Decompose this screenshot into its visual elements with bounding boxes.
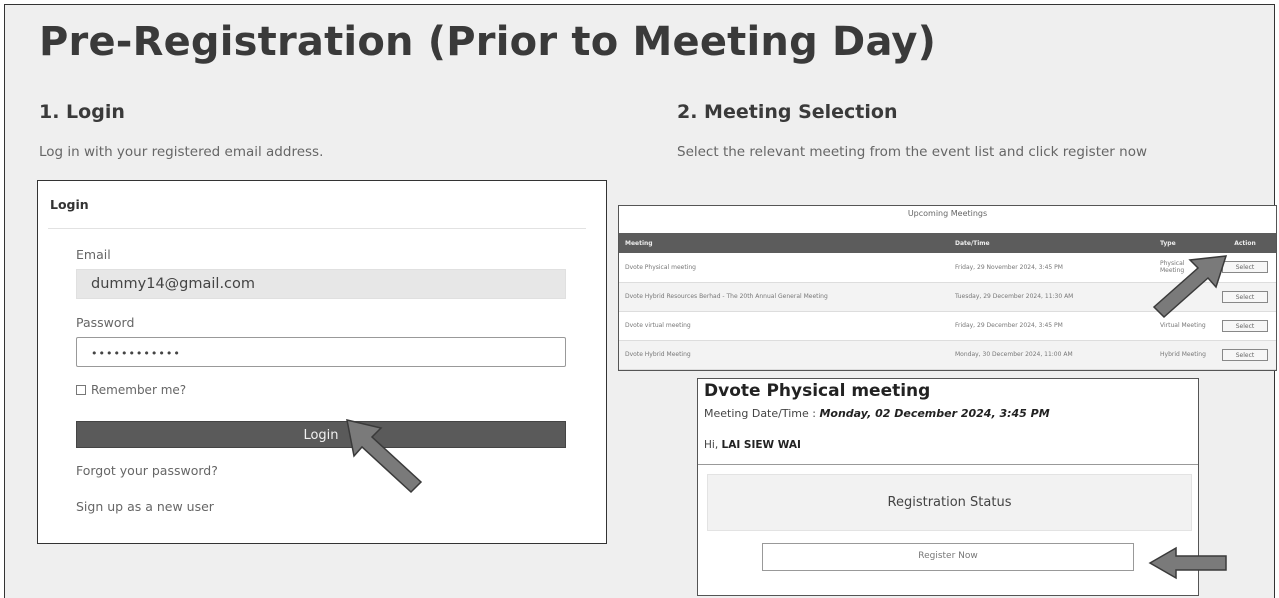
signup-link[interactable]: Sign up as a new user bbox=[76, 499, 214, 514]
select-button[interactable]: Select bbox=[1222, 319, 1268, 332]
meeting-name: Dvote Hybrid Resources Berhad - The 20th… bbox=[619, 282, 949, 312]
pointer-arrow-icon bbox=[1148, 546, 1227, 580]
select-button[interactable]: Select bbox=[1222, 290, 1268, 303]
column-header: Date/Time bbox=[949, 233, 1154, 253]
meeting-name: Dvote Hybrid Meeting bbox=[619, 340, 949, 370]
pointer-arrow-icon bbox=[346, 419, 423, 494]
meeting-datetime: Monday, 30 December 2024, 11:00 AM bbox=[949, 340, 1154, 370]
greeting: Hi, LAI SIEW WAI bbox=[704, 439, 801, 451]
divider bbox=[48, 228, 586, 229]
register-now-button[interactable]: Register Now bbox=[762, 543, 1134, 571]
column-header: Meeting bbox=[619, 233, 949, 253]
meeting-datetime: Tuesday, 29 December 2024, 11:30 AM bbox=[949, 282, 1154, 312]
meeting-date-label: Meeting Date/Time : bbox=[704, 407, 816, 420]
step1-title: 1. Login bbox=[39, 101, 125, 123]
column-header: Type bbox=[1154, 233, 1214, 253]
email-label: Email bbox=[76, 247, 111, 262]
password-label: Password bbox=[76, 315, 135, 330]
meeting-date-value: Monday, 02 December 2024, 3:45 PM bbox=[819, 407, 1050, 420]
registration-status: Registration Status bbox=[707, 474, 1192, 531]
remember-me[interactable]: Remember me? bbox=[76, 383, 186, 397]
select-button[interactable]: Select bbox=[1222, 261, 1268, 274]
remember-label: Remember me? bbox=[91, 383, 187, 397]
meetings-title: Upcoming Meetings bbox=[907, 209, 988, 218]
page-title: Pre-Registration (Prior to Meeting Day) bbox=[39, 19, 937, 65]
meeting-title: Dvote Physical meeting bbox=[704, 381, 931, 401]
meeting-detail-panel: Dvote Physical meeting Meeting Date/Time… bbox=[697, 378, 1199, 596]
select-button[interactable]: Select bbox=[1222, 348, 1268, 361]
table-header-row: Meeting Date/Time Type Action bbox=[619, 233, 1276, 253]
meeting-type: Hybrid Meeting bbox=[1154, 340, 1214, 370]
password-field[interactable]: •••••••••••• bbox=[76, 337, 566, 367]
forgot-password-link[interactable]: Forgot your password? bbox=[76, 463, 218, 478]
step2-description: Select the relevant meeting from the eve… bbox=[677, 144, 1147, 160]
greeting-prefix: Hi, bbox=[704, 439, 719, 451]
step2-title: 2. Meeting Selection bbox=[677, 101, 898, 123]
login-card: Login Email dummy14@gmail.com Password •… bbox=[37, 180, 607, 544]
meeting-datetime: Friday, 29 November 2024, 3:45 PM bbox=[949, 253, 1154, 283]
column-header: Action bbox=[1214, 233, 1276, 253]
remember-checkbox[interactable] bbox=[76, 385, 86, 395]
user-name: LAI SIEW WAI bbox=[721, 439, 801, 451]
step1-description: Log in with your registered email addres… bbox=[39, 144, 324, 160]
email-field[interactable]: dummy14@gmail.com bbox=[76, 269, 566, 299]
meeting-name: Dvote Physical meeting bbox=[619, 253, 949, 283]
table-row: Dvote Hybrid Meeting Monday, 30 December… bbox=[619, 340, 1276, 370]
login-button[interactable]: Login bbox=[76, 421, 566, 448]
pointer-arrow-icon bbox=[1152, 255, 1228, 319]
divider bbox=[698, 464, 1198, 465]
meeting-datetime: Friday, 29 December 2024, 3:45 PM bbox=[949, 311, 1154, 341]
meeting-name: Dvote virtual meeting bbox=[619, 311, 949, 341]
login-card-heading: Login bbox=[50, 197, 89, 212]
meeting-datetime-line: Meeting Date/Time : Monday, 02 December … bbox=[704, 407, 1050, 420]
